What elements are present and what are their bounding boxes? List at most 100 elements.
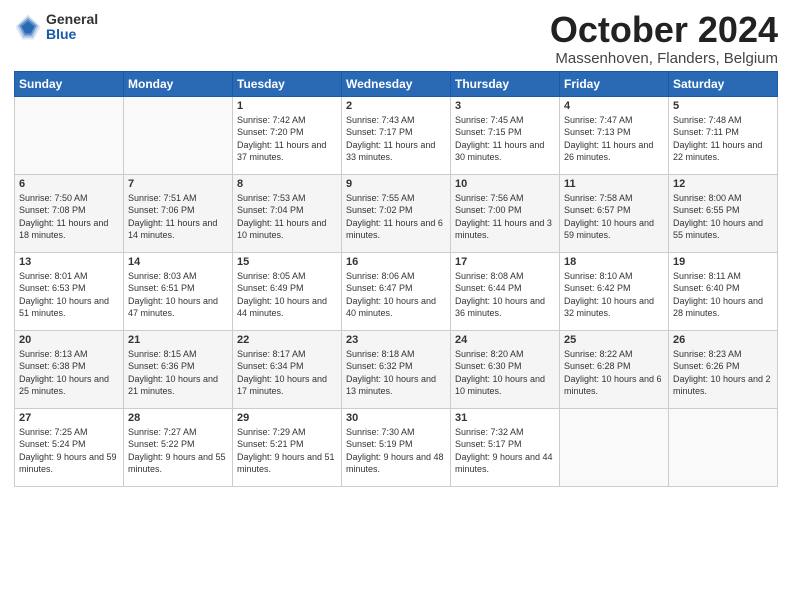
day-number: 28 xyxy=(128,412,228,424)
day-cell: 18 Sunrise: 8:10 AMSunset: 6:42 PMDaylig… xyxy=(560,252,669,330)
day-cell: 15 Sunrise: 8:05 AMSunset: 6:49 PMDaylig… xyxy=(233,252,342,330)
day-number: 3 xyxy=(455,100,555,112)
day-cell xyxy=(669,408,778,486)
day-number: 14 xyxy=(128,256,228,268)
day-cell: 19 Sunrise: 8:11 AMSunset: 6:40 PMDaylig… xyxy=(669,252,778,330)
day-info: Sunrise: 8:20 AMSunset: 6:30 PMDaylight:… xyxy=(455,349,545,397)
month-title: October 2024 xyxy=(550,10,778,50)
day-info: Sunrise: 8:15 AMSunset: 6:36 PMDaylight:… xyxy=(128,349,218,397)
calendar-body: 1 Sunrise: 7:42 AMSunset: 7:20 PMDayligh… xyxy=(15,96,778,486)
week-row-4: 27 Sunrise: 7:25 AMSunset: 5:24 PMDaylig… xyxy=(15,408,778,486)
day-cell: 7 Sunrise: 7:51 AMSunset: 7:06 PMDayligh… xyxy=(124,174,233,252)
day-info: Sunrise: 7:27 AMSunset: 5:22 PMDaylight:… xyxy=(128,427,226,475)
day-info: Sunrise: 7:55 AMSunset: 7:02 PMDaylight:… xyxy=(346,193,443,241)
header-tuesday: Tuesday xyxy=(233,71,342,96)
day-cell: 30 Sunrise: 7:30 AMSunset: 5:19 PMDaylig… xyxy=(342,408,451,486)
header: General Blue October 2024 Massenhoven, F… xyxy=(14,10,778,67)
day-cell: 27 Sunrise: 7:25 AMSunset: 5:24 PMDaylig… xyxy=(15,408,124,486)
day-number: 27 xyxy=(19,412,119,424)
day-number: 16 xyxy=(346,256,446,268)
day-info: Sunrise: 7:56 AMSunset: 7:00 PMDaylight:… xyxy=(455,193,552,241)
day-cell: 28 Sunrise: 7:27 AMSunset: 5:22 PMDaylig… xyxy=(124,408,233,486)
day-number: 4 xyxy=(564,100,664,112)
day-info: Sunrise: 8:01 AMSunset: 6:53 PMDaylight:… xyxy=(19,271,109,319)
day-cell: 23 Sunrise: 8:18 AMSunset: 6:32 PMDaylig… xyxy=(342,330,451,408)
day-number: 17 xyxy=(455,256,555,268)
logo-blue: Blue xyxy=(46,27,98,42)
day-cell: 8 Sunrise: 7:53 AMSunset: 7:04 PMDayligh… xyxy=(233,174,342,252)
day-number: 26 xyxy=(673,334,773,346)
day-info: Sunrise: 7:51 AMSunset: 7:06 PMDaylight:… xyxy=(128,193,217,241)
header-saturday: Saturday xyxy=(669,71,778,96)
day-number: 20 xyxy=(19,334,119,346)
day-number: 2 xyxy=(346,100,446,112)
day-cell: 11 Sunrise: 7:58 AMSunset: 6:57 PMDaylig… xyxy=(560,174,669,252)
day-info: Sunrise: 8:11 AMSunset: 6:40 PMDaylight:… xyxy=(673,271,763,319)
day-number: 23 xyxy=(346,334,446,346)
day-cell: 31 Sunrise: 7:32 AMSunset: 5:17 PMDaylig… xyxy=(451,408,560,486)
day-number: 18 xyxy=(564,256,664,268)
day-number: 21 xyxy=(128,334,228,346)
calendar-header: Sunday Monday Tuesday Wednesday Thursday… xyxy=(15,71,778,96)
day-cell: 10 Sunrise: 7:56 AMSunset: 7:00 PMDaylig… xyxy=(451,174,560,252)
header-wednesday: Wednesday xyxy=(342,71,451,96)
weekday-row: Sunday Monday Tuesday Wednesday Thursday… xyxy=(15,71,778,96)
day-cell: 25 Sunrise: 8:22 AMSunset: 6:28 PMDaylig… xyxy=(560,330,669,408)
day-cell: 24 Sunrise: 8:20 AMSunset: 6:30 PMDaylig… xyxy=(451,330,560,408)
day-cell: 4 Sunrise: 7:47 AMSunset: 7:13 PMDayligh… xyxy=(560,96,669,174)
day-cell xyxy=(15,96,124,174)
day-number: 25 xyxy=(564,334,664,346)
day-info: Sunrise: 7:58 AMSunset: 6:57 PMDaylight:… xyxy=(564,193,654,241)
day-info: Sunrise: 8:05 AMSunset: 6:49 PMDaylight:… xyxy=(237,271,327,319)
day-number: 15 xyxy=(237,256,337,268)
day-number: 8 xyxy=(237,178,337,190)
day-info: Sunrise: 7:50 AMSunset: 7:08 PMDaylight:… xyxy=(19,193,108,241)
day-info: Sunrise: 7:42 AMSunset: 7:20 PMDaylight:… xyxy=(237,115,326,163)
day-cell xyxy=(124,96,233,174)
week-row-3: 20 Sunrise: 8:13 AMSunset: 6:38 PMDaylig… xyxy=(15,330,778,408)
day-info: Sunrise: 8:08 AMSunset: 6:44 PMDaylight:… xyxy=(455,271,545,319)
day-cell: 1 Sunrise: 7:42 AMSunset: 7:20 PMDayligh… xyxy=(233,96,342,174)
day-number: 1 xyxy=(237,100,337,112)
day-info: Sunrise: 7:43 AMSunset: 7:17 PMDaylight:… xyxy=(346,115,435,163)
day-info: Sunrise: 7:30 AMSunset: 5:19 PMDaylight:… xyxy=(346,427,444,475)
location: Massenhoven, Flanders, Belgium xyxy=(550,50,778,67)
day-number: 30 xyxy=(346,412,446,424)
logo-icon xyxy=(14,13,42,41)
day-number: 31 xyxy=(455,412,555,424)
day-cell xyxy=(560,408,669,486)
day-cell: 2 Sunrise: 7:43 AMSunset: 7:17 PMDayligh… xyxy=(342,96,451,174)
day-number: 9 xyxy=(346,178,446,190)
header-sunday: Sunday xyxy=(15,71,124,96)
day-number: 12 xyxy=(673,178,773,190)
day-info: Sunrise: 7:48 AMSunset: 7:11 PMDaylight:… xyxy=(673,115,762,163)
day-number: 24 xyxy=(455,334,555,346)
title-block: October 2024 Massenhoven, Flanders, Belg… xyxy=(550,10,778,67)
day-number: 7 xyxy=(128,178,228,190)
day-info: Sunrise: 7:29 AMSunset: 5:21 PMDaylight:… xyxy=(237,427,335,475)
day-cell: 5 Sunrise: 7:48 AMSunset: 7:11 PMDayligh… xyxy=(669,96,778,174)
day-info: Sunrise: 8:18 AMSunset: 6:32 PMDaylight:… xyxy=(346,349,436,397)
day-info: Sunrise: 8:23 AMSunset: 6:26 PMDaylight:… xyxy=(673,349,771,397)
day-number: 5 xyxy=(673,100,773,112)
day-cell: 9 Sunrise: 7:55 AMSunset: 7:02 PMDayligh… xyxy=(342,174,451,252)
day-number: 10 xyxy=(455,178,555,190)
logo: General Blue xyxy=(14,12,98,43)
day-number: 19 xyxy=(673,256,773,268)
day-info: Sunrise: 7:47 AMSunset: 7:13 PMDaylight:… xyxy=(564,115,653,163)
header-monday: Monday xyxy=(124,71,233,96)
day-info: Sunrise: 8:03 AMSunset: 6:51 PMDaylight:… xyxy=(128,271,218,319)
page-container: General Blue October 2024 Massenhoven, F… xyxy=(0,0,792,493)
day-info: Sunrise: 8:00 AMSunset: 6:55 PMDaylight:… xyxy=(673,193,763,241)
day-info: Sunrise: 8:13 AMSunset: 6:38 PMDaylight:… xyxy=(19,349,109,397)
day-info: Sunrise: 7:32 AMSunset: 5:17 PMDaylight:… xyxy=(455,427,553,475)
day-info: Sunrise: 7:25 AMSunset: 5:24 PMDaylight:… xyxy=(19,427,117,475)
header-thursday: Thursday xyxy=(451,71,560,96)
day-info: Sunrise: 8:17 AMSunset: 6:34 PMDaylight:… xyxy=(237,349,327,397)
day-cell: 12 Sunrise: 8:00 AMSunset: 6:55 PMDaylig… xyxy=(669,174,778,252)
day-cell: 6 Sunrise: 7:50 AMSunset: 7:08 PMDayligh… xyxy=(15,174,124,252)
day-cell: 13 Sunrise: 8:01 AMSunset: 6:53 PMDaylig… xyxy=(15,252,124,330)
calendar-table: Sunday Monday Tuesday Wednesday Thursday… xyxy=(14,71,778,487)
day-cell: 22 Sunrise: 8:17 AMSunset: 6:34 PMDaylig… xyxy=(233,330,342,408)
day-cell: 14 Sunrise: 8:03 AMSunset: 6:51 PMDaylig… xyxy=(124,252,233,330)
